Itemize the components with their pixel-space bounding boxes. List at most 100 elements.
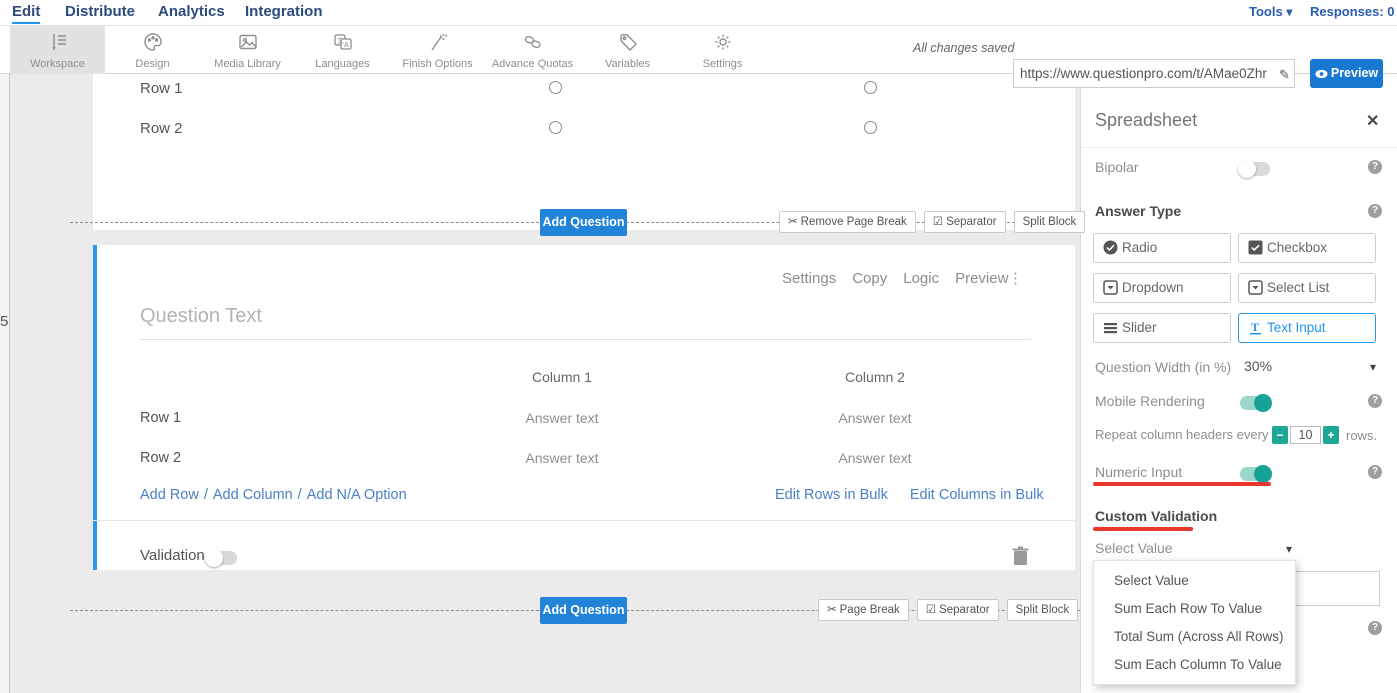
page-break-controls: ✂Page Break ☑Separator Split Block [818, 599, 1078, 621]
bulk-edit-links: Edit Rows in Bulk Edit Columns in Bulk [775, 487, 1044, 503]
answer-type-text-input[interactable]: TText Input [1238, 313, 1376, 343]
nav-tab-analytics[interactable]: Analytics [158, 3, 225, 20]
add-na-option-link[interactable]: Add N/A Option [307, 487, 407, 503]
help-icon[interactable]: ? [1368, 204, 1382, 218]
toolbar-tab-languages[interactable]: 文A Languages [295, 26, 390, 74]
answer-text-cell[interactable]: Answer text [492, 410, 632, 426]
dropdown-option-select-value[interactable]: Select Value [1094, 566, 1295, 594]
toolbar-tab-workspace[interactable]: Workspace [10, 26, 105, 74]
repeat-headers-label: Repeat column headers every [1095, 427, 1268, 442]
dropdown-option-sum-each-column[interactable]: Sum Each Column To Value [1094, 650, 1295, 678]
column-header[interactable]: Column 1 [492, 369, 632, 385]
toolbar-tab-label: Languages [315, 58, 369, 70]
split-block-button[interactable]: Split Block [1014, 211, 1086, 233]
row-label[interactable]: Row 2 [140, 450, 181, 466]
edit-url-pencil-icon[interactable]: ✎ [1275, 59, 1295, 88]
radio-option[interactable] [549, 121, 562, 134]
question-logic-link[interactable]: Logic [903, 270, 939, 287]
toolbar-tab-design[interactable]: Design [105, 26, 200, 74]
dropdown-option-sum-each-row[interactable]: Sum Each Row To Value [1094, 594, 1295, 622]
eye-icon [1315, 69, 1328, 79]
validation-label: Validation [140, 547, 205, 564]
question-preview-link[interactable]: Preview [955, 270, 1008, 287]
column-header[interactable]: Column 2 [805, 369, 945, 385]
nav-tab-integration[interactable]: Integration [245, 3, 323, 20]
custom-validation-select[interactable]: Select Value [1095, 540, 1173, 556]
mobile-rendering-toggle[interactable] [1240, 396, 1270, 410]
tools-menu[interactable]: Tools ▾ [1249, 4, 1292, 19]
answer-type-dropdown[interactable]: Dropdown [1093, 273, 1231, 303]
bipolar-toggle[interactable] [1240, 162, 1270, 176]
help-icon[interactable]: ? [1368, 621, 1382, 635]
question-copy-link[interactable]: Copy [852, 270, 887, 287]
separator-button[interactable]: ☑Separator [924, 211, 1006, 233]
question-width-value[interactable]: 30% [1244, 358, 1272, 374]
add-row-link[interactable]: Add Row [140, 487, 199, 503]
gear-icon [712, 31, 734, 53]
checkbox-icon: ☑ [933, 216, 943, 228]
question-list-gutter [0, 74, 10, 693]
preview-button[interactable]: Preview [1310, 59, 1383, 88]
survey-url-input[interactable] [1013, 59, 1275, 88]
responses-count[interactable]: Responses: 0 [1310, 4, 1395, 19]
toolbar-tab-variables[interactable]: Variables [580, 26, 675, 74]
radio-option[interactable] [864, 81, 877, 94]
radio-option[interactable] [549, 81, 562, 94]
nav-tab-distribute[interactable]: Distribute [65, 3, 135, 20]
workspace-icon [47, 31, 69, 53]
help-icon[interactable]: ? [1368, 465, 1382, 479]
toolbar-tab-advance-quotas[interactable]: Advance Quotas [485, 26, 580, 74]
toolbar-tab-finish-options[interactable]: Finish Options [390, 26, 485, 74]
dropdown-option-total-sum[interactable]: Total Sum (Across All Rows) [1094, 622, 1295, 650]
page-break-button[interactable]: ✂Page Break [818, 599, 909, 621]
check-circle-icon [1103, 240, 1118, 255]
scissors-icon: ✂ [788, 216, 798, 228]
answer-type-slider[interactable]: Slider [1093, 313, 1231, 343]
languages-translate-icon: 文A [332, 31, 354, 53]
editor-toolbar: Workspace Design Media Library 文A Langua… [0, 26, 1397, 74]
answer-type-checkbox[interactable]: Checkbox [1238, 233, 1376, 263]
edit-rows-bulk-link[interactable]: Edit Rows in Bulk [775, 487, 888, 503]
answer-text-cell[interactable]: Answer text [492, 450, 632, 466]
decrement-button[interactable]: − [1272, 426, 1288, 444]
question-card-above [93, 74, 1075, 230]
add-question-button[interactable]: Add Question [540, 597, 627, 624]
nav-tab-edit[interactable]: Edit [12, 3, 40, 24]
repeat-rows-suffix: rows. [1346, 428, 1377, 443]
question-text-input[interactable] [140, 301, 1030, 331]
chevron-down-icon[interactable]: ▾ [1286, 542, 1292, 556]
answer-type-label: Answer Type [1095, 203, 1181, 219]
survey-editor-page: Edit Distribute Analytics Integration To… [0, 0, 1397, 693]
delete-question-trash-icon[interactable] [1012, 546, 1029, 566]
add-column-link[interactable]: Add Column [213, 487, 293, 503]
edit-columns-bulk-link[interactable]: Edit Columns in Bulk [910, 487, 1044, 503]
add-question-button[interactable]: Add Question [540, 209, 627, 236]
page-break-controls: ✂Remove Page Break ☑Separator Split Bloc… [779, 211, 1085, 233]
toolbar-tab-settings[interactable]: Settings [675, 26, 770, 74]
radio-option[interactable] [864, 121, 877, 134]
chevron-down-icon[interactable]: ▾ [1370, 360, 1376, 374]
close-icon[interactable]: ✕ [1366, 111, 1379, 131]
kebab-menu-icon[interactable]: ⋮ [1008, 269, 1023, 287]
link-separator: / [298, 487, 302, 503]
separator-button[interactable]: ☑Separator [917, 599, 999, 621]
increment-button[interactable]: + [1323, 426, 1339, 444]
help-icon[interactable]: ? [1368, 394, 1382, 408]
toolbar-tab-media-library[interactable]: Media Library [200, 26, 295, 74]
answer-type-radio[interactable]: Radio [1093, 233, 1231, 263]
repeat-rows-input[interactable] [1290, 426, 1321, 444]
save-status-text: All changes saved [913, 41, 1014, 55]
svg-text:A: A [344, 42, 349, 49]
validation-toggle[interactable] [207, 551, 237, 565]
design-palette-icon [142, 31, 164, 53]
help-icon[interactable]: ? [1368, 160, 1382, 174]
answer-text-cell[interactable]: Answer text [805, 410, 945, 426]
split-block-button[interactable]: Split Block [1007, 599, 1079, 621]
remove-page-break-button[interactable]: ✂Remove Page Break [779, 211, 916, 233]
editor-footer-divider [93, 520, 1075, 521]
answer-type-select-list[interactable]: Select List [1238, 273, 1376, 303]
row-label[interactable]: Row 1 [140, 410, 181, 426]
question-settings-link[interactable]: Settings [782, 270, 836, 287]
numeric-input-toggle[interactable] [1240, 467, 1270, 481]
answer-text-cell[interactable]: Answer text [805, 450, 945, 466]
